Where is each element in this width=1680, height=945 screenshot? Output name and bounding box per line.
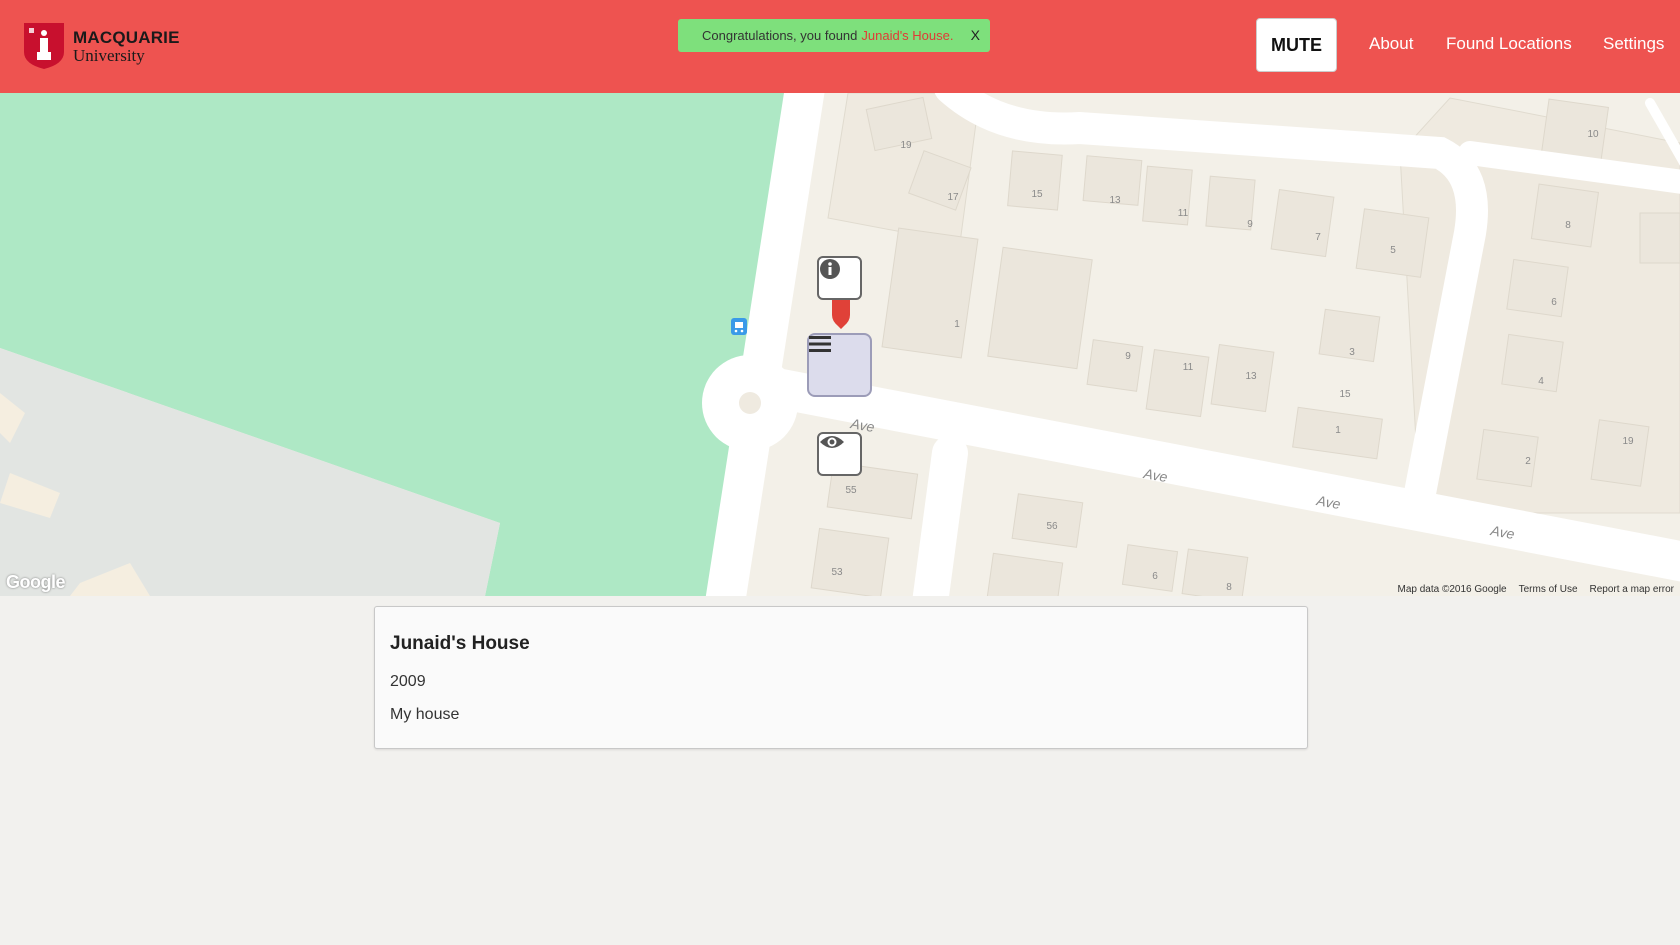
svg-text:11: 11	[1183, 362, 1194, 373]
svg-text:3: 3	[1349, 347, 1355, 358]
svg-text:6: 6	[1152, 571, 1158, 582]
svg-text:15: 15	[1031, 189, 1043, 200]
nav-about[interactable]: About	[1369, 34, 1413, 54]
nav-settings[interactable]: Settings	[1603, 34, 1664, 54]
map-data-text: Map data ©2016 Google	[1397, 584, 1507, 595]
svg-text:10: 10	[1587, 129, 1599, 140]
svg-text:5: 5	[1390, 245, 1396, 256]
bus-stop-icon	[731, 318, 747, 335]
notification-text: Congratulations, you found	[702, 28, 858, 43]
svg-text:2: 2	[1525, 456, 1531, 467]
info-button[interactable]	[817, 256, 862, 300]
menu-icon	[809, 336, 831, 352]
svg-text:8: 8	[1565, 220, 1571, 231]
location-year: 2009	[390, 673, 426, 690]
svg-text:13: 13	[1109, 195, 1121, 206]
svg-text:9: 9	[1125, 351, 1131, 362]
terms-link[interactable]: Terms of Use	[1519, 584, 1578, 595]
svg-text:1: 1	[1335, 425, 1341, 436]
svg-text:56: 56	[1046, 521, 1058, 532]
mute-button[interactable]: MUTE	[1256, 18, 1337, 72]
svg-text:17: 17	[947, 192, 959, 203]
map-view[interactable]: Ave Ave Ave Ave 19 17 15 13 11 9 7 5 10 …	[0, 93, 1680, 596]
svg-text:7: 7	[1315, 232, 1321, 243]
location-card: Junaid's House 2009 My house	[374, 606, 1308, 749]
svg-text:8: 8	[1226, 582, 1232, 593]
location-title: Junaid's House	[390, 633, 530, 654]
svg-text:6: 6	[1551, 297, 1557, 308]
notification-close-button[interactable]: X	[971, 27, 980, 43]
location-description: My house	[390, 706, 460, 723]
svg-text:19: 19	[1622, 436, 1634, 447]
report-error-link[interactable]: Report a map error	[1590, 584, 1674, 595]
svg-text:53: 53	[831, 567, 843, 578]
nav-found-locations[interactable]: Found Locations	[1446, 34, 1572, 54]
notification-location: Junaid's House.	[861, 28, 954, 43]
svg-text:11: 11	[1178, 208, 1189, 219]
google-logo: Google	[6, 572, 66, 592]
found-notification: Congratulations, you found Junaid's Hous…	[678, 19, 990, 52]
svg-text:9: 9	[1247, 219, 1253, 230]
university-crest-icon	[24, 23, 64, 69]
logo-subtitle: University	[73, 45, 145, 65]
svg-text:4: 4	[1538, 376, 1544, 387]
svg-text:13: 13	[1245, 371, 1257, 382]
header-bar: MACQUARIE University Congratulations, yo…	[0, 0, 1680, 93]
svg-text:1: 1	[954, 319, 960, 330]
svg-text:19: 19	[900, 140, 912, 151]
svg-text:55: 55	[845, 485, 857, 496]
macquarie-logo[interactable]: MACQUARIE University	[23, 22, 180, 70]
view-button[interactable]	[817, 432, 862, 476]
svg-text:15: 15	[1339, 389, 1351, 400]
logo-name: MACQUARIE	[73, 27, 180, 47]
info-icon	[820, 259, 840, 279]
map-attribution: Map data ©2016 Google Terms of Use Repor…	[1397, 584, 1674, 595]
eye-icon	[820, 436, 844, 448]
menu-button[interactable]	[807, 333, 872, 397]
